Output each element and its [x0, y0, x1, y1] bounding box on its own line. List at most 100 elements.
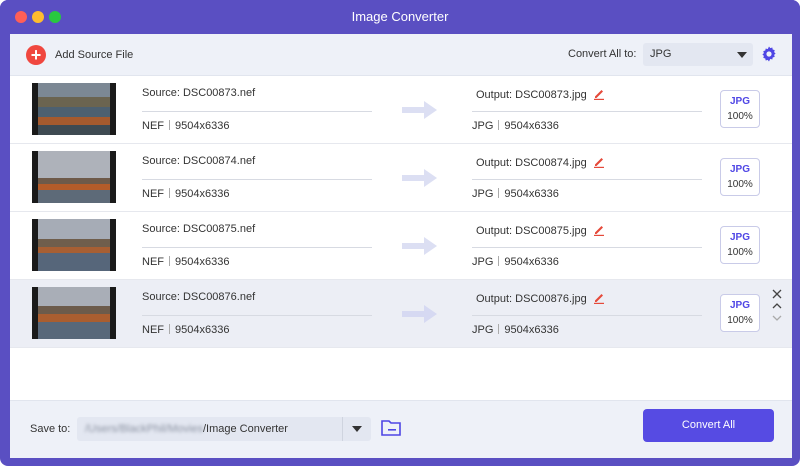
divider [472, 179, 702, 180]
source-dimensions: 9504x6336 [175, 324, 230, 336]
save-path-visible: /Image Converter [202, 423, 288, 435]
source-dimensions: 9504x6336 [175, 120, 230, 132]
output-filename: Output: DSC00873.jpg [476, 88, 605, 101]
file-thumbnail [32, 287, 116, 339]
source-meta: NEF 9504x6336 [142, 120, 229, 132]
divider [472, 315, 702, 316]
title-bar: Image Converter [0, 0, 800, 34]
add-source-file-button[interactable]: + Add Source File [26, 44, 133, 66]
output-format: JPG [472, 188, 494, 200]
convert-all-button[interactable]: Convert All [643, 409, 774, 442]
separator [169, 188, 170, 198]
window-title: Image Converter [351, 9, 449, 24]
source-filename: Source: DSC00874.nef [142, 155, 256, 167]
source-meta: NEF 9504x6336 [142, 188, 229, 200]
file-list: Source: DSC00873.nef NEF 9504x6336 Output… [10, 76, 792, 398]
source-format: NEF [142, 188, 164, 200]
output-format: JPG [472, 256, 494, 268]
source-dimensions: 9504x6336 [175, 256, 230, 268]
source-meta: NEF 9504x6336 [142, 256, 229, 268]
source-meta: NEF 9504x6336 [142, 324, 229, 336]
source-format: NEF [142, 324, 164, 336]
output-filename: Output: DSC00875.jpg [476, 224, 605, 237]
output-filename-text: Output: DSC00875.jpg [476, 225, 587, 237]
arrow-right-icon [402, 237, 437, 255]
divider [142, 315, 372, 316]
quality-label: 100% [727, 247, 753, 258]
quality-label: 100% [727, 315, 753, 326]
output-dimensions: 9504x6336 [504, 256, 559, 268]
file-thumbnail [32, 83, 116, 135]
file-thumbnail [32, 219, 116, 271]
chevron-down-icon [737, 52, 747, 58]
format-badge-label: JPG [729, 96, 750, 107]
gear-icon[interactable] [761, 46, 777, 62]
source-filename: Source: DSC00876.nef [142, 291, 256, 303]
file-row-selected[interactable]: Source: DSC00876.nef NEF 9504x6336 Output… [10, 280, 792, 348]
divider [142, 179, 372, 180]
chevron-down-icon[interactable] [771, 314, 783, 322]
separator [498, 188, 500, 198]
format-quality-button[interactable]: JPG 100% [720, 226, 760, 264]
arrow-right-icon [402, 169, 437, 187]
pencil-icon[interactable] [593, 156, 605, 168]
quality-label: 100% [727, 111, 753, 122]
output-format: JPG [472, 324, 494, 336]
divider [142, 247, 372, 248]
output-meta: JPG 9504x6336 [472, 188, 559, 200]
app-window: Image Converter + Add Source File Conver… [0, 0, 800, 466]
save-to-label: Save to: [30, 423, 71, 435]
format-badge-label: JPG [729, 164, 750, 175]
format-quality-button[interactable]: JPG 100% [720, 90, 760, 128]
output-filename-text: Output: DSC00874.jpg [476, 157, 587, 169]
output-meta: JPG 9504x6336 [472, 120, 559, 132]
source-filename: Source: DSC00875.nef [142, 223, 256, 235]
file-row[interactable]: Source: DSC00875.nef NEF 9504x6336 Output… [10, 212, 792, 280]
save-path-hidden: /Users/BlackPhil/Movies [85, 423, 203, 435]
output-format-select[interactable]: JPG [643, 43, 753, 66]
source-format: NEF [142, 256, 164, 268]
output-dimensions: 9504x6336 [504, 324, 559, 336]
chevron-up-icon[interactable] [771, 302, 783, 310]
source-format: NEF [142, 120, 164, 132]
file-row[interactable]: Source: DSC00873.nef NEF 9504x6336 Output… [10, 76, 792, 144]
source-dimensions: 9504x6336 [175, 188, 230, 200]
separator [498, 256, 500, 266]
arrow-right-icon [402, 101, 437, 119]
main-content: + Add Source File Convert All to: JPG So… [10, 34, 792, 458]
divider [142, 111, 372, 112]
close-icon[interactable] [771, 288, 783, 300]
folder-icon[interactable] [380, 418, 402, 438]
output-filename: Output: DSC00876.jpg [476, 292, 605, 305]
save-path-dropdown[interactable] [342, 417, 371, 441]
separator [169, 324, 170, 334]
quality-label: 100% [727, 179, 753, 190]
format-quality-button[interactable]: JPG 100% [720, 294, 760, 332]
divider [472, 111, 702, 112]
output-dimensions: 9504x6336 [504, 120, 559, 132]
add-source-file-label: Add Source File [55, 49, 134, 61]
file-thumbnail [32, 151, 116, 203]
separator [169, 256, 170, 266]
pencil-icon[interactable] [593, 88, 605, 100]
output-dimensions: 9504x6336 [504, 188, 559, 200]
convert-all-to-label: Convert All to: [568, 48, 637, 60]
output-meta: JPG 9504x6336 [472, 256, 559, 268]
pencil-icon[interactable] [593, 224, 605, 236]
separator [169, 120, 170, 130]
chevron-down-icon [352, 426, 362, 432]
pencil-icon[interactable] [593, 292, 605, 304]
format-quality-button[interactable]: JPG 100% [720, 158, 760, 196]
footer-bar: Save to: /Users/BlackPhil/Movies/Image C… [10, 400, 792, 458]
separator [498, 324, 500, 334]
save-path-field[interactable]: /Users/BlackPhil/Movies/Image Converter [77, 417, 371, 441]
format-badge-label: JPG [729, 232, 750, 243]
toolbar: + Add Source File Convert All to: JPG [10, 34, 792, 76]
divider [472, 247, 702, 248]
source-filename: Source: DSC00873.nef [142, 87, 256, 99]
format-badge-label: JPG [729, 300, 750, 311]
arrow-right-icon [402, 305, 437, 323]
file-row[interactable]: Source: DSC00874.nef NEF 9504x6336 Output… [10, 144, 792, 212]
output-format: JPG [472, 120, 494, 132]
output-filename-text: Output: DSC00876.jpg [476, 293, 587, 305]
